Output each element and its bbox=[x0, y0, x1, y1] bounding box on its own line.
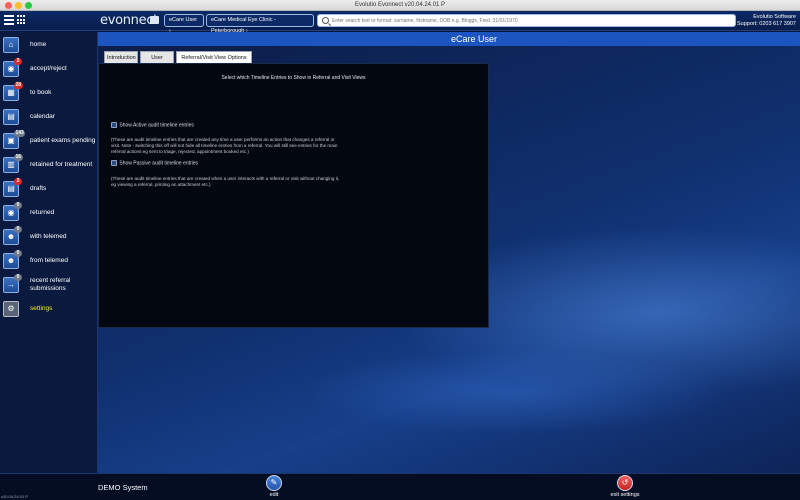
home-icon: ⌂ bbox=[8, 40, 14, 49]
sidebar-item-label: from telemed bbox=[30, 257, 68, 264]
calendar-icon: ▤ bbox=[7, 112, 15, 121]
sidebar-item-label: to book bbox=[30, 89, 52, 96]
passive-entries-checkbox[interactable] bbox=[111, 160, 117, 166]
count-badge: 0 bbox=[14, 274, 22, 281]
app-header: evonnect eCare User › eCare Medical Eye … bbox=[0, 11, 800, 34]
sidebar-item-with-telemed[interactable]: ☻ 0 with telemed bbox=[0, 226, 98, 249]
pencil-icon: ✎ bbox=[270, 478, 278, 487]
undo-icon: ↺ bbox=[621, 478, 629, 487]
count-badge: 143 bbox=[14, 130, 26, 137]
count-badge: 0 bbox=[14, 226, 22, 233]
sidebar-item-recent-submissions[interactable]: → 0 recent referral submissions bbox=[0, 274, 98, 297]
window-minimize-button[interactable] bbox=[15, 2, 22, 9]
edit-label: edit bbox=[269, 492, 279, 498]
edit-button[interactable]: ✎ bbox=[266, 475, 282, 491]
passive-entries-label: Show Passive audit timeline entries bbox=[119, 160, 199, 167]
exit-settings-button[interactable]: ↺ bbox=[617, 475, 633, 491]
window-title: Evolutio Evonnect v20.04.24.01 P bbox=[354, 2, 446, 8]
sidebar-item-to-book[interactable]: ▦ 28 to book bbox=[0, 82, 98, 105]
company-name: Evolutio Software bbox=[753, 14, 796, 20]
sidebar-item-label: calendar bbox=[30, 113, 55, 120]
search-box[interactable] bbox=[317, 14, 736, 27]
sidebar-item-home[interactable]: ⌂ home bbox=[0, 35, 98, 57]
count-badge: 16 bbox=[14, 154, 23, 161]
sidebar-item-label: home bbox=[30, 41, 47, 48]
exit-settings-label: exit settings bbox=[610, 492, 640, 498]
count-badge: 0 bbox=[14, 250, 22, 257]
sidebar-item-patient-exams[interactable]: ▣ 143 patient exams pending bbox=[0, 130, 98, 153]
window-titlebar: Evolutio Evonnect v20.04.24.01 P bbox=[0, 0, 800, 11]
count-badge: 28 bbox=[14, 82, 23, 89]
user-card-icon bbox=[150, 16, 159, 24]
active-entries-label: Show Active audit timeline entries bbox=[119, 122, 194, 129]
search-icon bbox=[322, 17, 329, 24]
window-close-button[interactable] bbox=[5, 2, 12, 9]
passive-entries-description: (These are audit timeline entries that a… bbox=[111, 176, 340, 187]
bottom-bar: DEMO System ✎ edit ↺ exit settings bbox=[0, 473, 800, 500]
tab-referral-visit-options[interactable]: Referral/Visit View Options bbox=[176, 51, 252, 63]
sidebar-item-label: returned bbox=[30, 209, 55, 216]
hamburger-menu-icon[interactable] bbox=[4, 15, 14, 25]
sidebar-item-label: accept/reject bbox=[30, 65, 67, 72]
sidebar-item-calendar[interactable]: ▤ calendar bbox=[0, 107, 98, 129]
sidebar-item-label: patient exams pending bbox=[30, 137, 96, 144]
window-maximize-button[interactable] bbox=[25, 2, 32, 9]
sidebar-item-from-telemed[interactable]: ☻ 0 from telemed bbox=[0, 250, 98, 273]
count-badge: 2 bbox=[14, 58, 22, 65]
count-badge: 0 bbox=[14, 202, 22, 209]
sidebar-item-drafts[interactable]: ▤ 2 drafts bbox=[0, 178, 98, 201]
grid-apps-icon[interactable] bbox=[17, 15, 27, 25]
sidebar-item-retained[interactable]: ▥ 16 retained for treatment bbox=[0, 154, 98, 177]
sidebar-item-label: settings bbox=[30, 305, 53, 312]
sidebar-item-returned[interactable]: ◉ 0 returned bbox=[0, 202, 98, 225]
page-title: eCare User bbox=[98, 32, 800, 46]
active-entries-checkbox[interactable] bbox=[111, 122, 117, 128]
main-content: eCare User Introduction User Details Ref… bbox=[98, 32, 800, 473]
sidebar-item-label: recent referral submissions bbox=[30, 277, 71, 292]
sidebar: ⌂ home ◉ 2 accept/reject ▦ 28 to book ▤ ca… bbox=[0, 32, 98, 473]
clinic-selector[interactable]: eCare Medical Eye Clinic - Peterborough … bbox=[206, 14, 314, 34]
version-label: v20.04.24.01 P bbox=[1, 494, 28, 499]
system-label: DEMO System bbox=[98, 483, 148, 492]
count-badge: 2 bbox=[14, 178, 22, 185]
sidebar-item-label: retained for treatment bbox=[30, 161, 93, 168]
search-input[interactable] bbox=[332, 16, 730, 26]
company-info: Evolutio Software Support: 0203 617 3907 bbox=[737, 14, 796, 28]
passive-entries-option[interactable]: Show Passive audit timeline entries bbox=[111, 160, 198, 166]
sidebar-item-label: with telemed bbox=[30, 233, 67, 240]
sidebar-item-label: drafts bbox=[30, 185, 47, 192]
gear-icon: ⚙ bbox=[7, 304, 15, 313]
sidebar-item-accept-reject[interactable]: ◉ 2 accept/reject bbox=[0, 58, 98, 81]
settings-panel: Select which Timeline Entries to Show in… bbox=[98, 63, 489, 328]
tab-introduction[interactable]: Introduction bbox=[104, 51, 138, 63]
active-entries-option[interactable]: Show Active audit timeline entries bbox=[111, 122, 194, 128]
panel-title: Select which Timeline Entries to Show in… bbox=[221, 75, 366, 81]
sidebar-item-settings[interactable]: ⚙ settings bbox=[0, 299, 98, 321]
support-phone: Support: 0203 617 3907 bbox=[736, 21, 796, 27]
active-entries-description: (These are audit timeline entries that a… bbox=[111, 137, 338, 154]
user-selector[interactable]: eCare User › bbox=[164, 14, 204, 34]
tab-user-details[interactable]: User Details bbox=[140, 51, 174, 73]
